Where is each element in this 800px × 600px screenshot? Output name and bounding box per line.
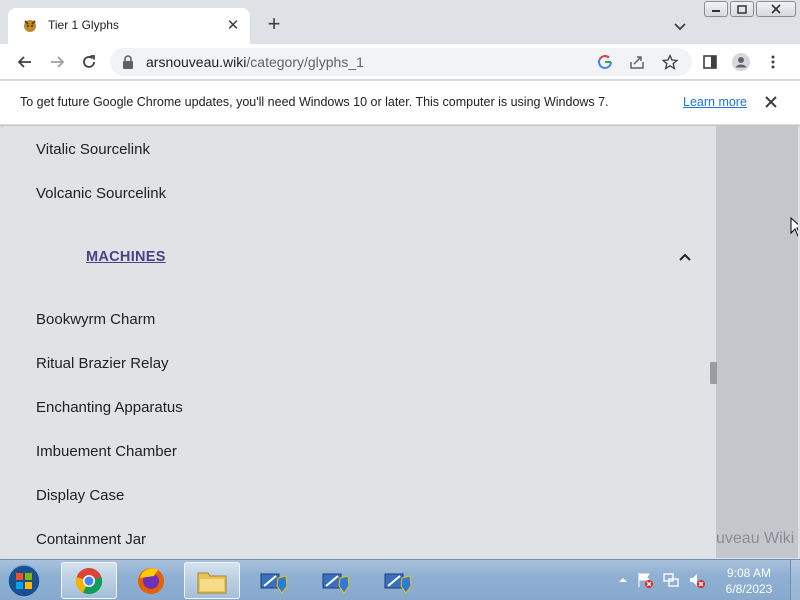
side-panel-icon [703, 55, 717, 69]
show-desktop-button[interactable] [790, 560, 800, 600]
windows-taskbar: 9:08 AM 6/8/2023 [0, 559, 800, 600]
infobar-message: To get future Google Chrome updates, you… [20, 95, 609, 109]
network-icon[interactable] [662, 571, 680, 589]
taskbar-network-app-1-button[interactable] [246, 562, 302, 599]
chrome-icon [75, 567, 103, 594]
back-button[interactable] [14, 51, 36, 73]
nav-item-volcanic-sourcelink[interactable]: Volcanic Sourcelink [36, 185, 166, 202]
tab-strip: Tier 1 Glyphs ✕ + [0, 0, 800, 44]
nav-item-imbuement-chamber[interactable]: Imbuement Chamber [36, 443, 177, 460]
action-center-flag-icon[interactable] [636, 571, 654, 589]
maximize-button[interactable] [730, 1, 754, 17]
nav-item-vitalic-sourcelink[interactable]: Vitalic Sourcelink [36, 141, 150, 158]
chevron-up-icon[interactable] [678, 250, 692, 264]
share-button[interactable] [627, 52, 647, 72]
ars-nouveau-favicon-icon [24, 20, 36, 32]
taskbar-file-explorer-button[interactable] [184, 562, 240, 599]
network-shield-icon [260, 573, 288, 594]
taskbar-clock[interactable]: 9:08 AM 6/8/2023 [715, 565, 783, 597]
tab-title: Tier 1 Glyphs [48, 18, 119, 32]
update-infobar: To get future Google Chrome updates, you… [0, 81, 800, 125]
taskbar-chrome-button[interactable] [61, 562, 117, 599]
start-button-icon[interactable] [4, 562, 44, 600]
nav-item-display-case[interactable]: Display Case [36, 487, 124, 504]
google-icon [598, 54, 612, 69]
nav-item-bookwyrm-charm[interactable]: Bookwyrm Charm [36, 311, 155, 328]
panel-scrollbar-thumb[interactable] [710, 362, 717, 384]
infobar-close-icon[interactable] [762, 93, 780, 111]
tab-search-chevron-icon[interactable] [670, 16, 690, 36]
minimize-button[interactable] [704, 1, 728, 17]
taskbar-firefox-button[interactable] [123, 562, 179, 599]
restore-icon [737, 4, 747, 14]
bookmark-button[interactable] [660, 52, 680, 72]
browser-toolbar: arsnouveau.wiki/category/glyphs_1 [0, 44, 800, 80]
firefox-icon [138, 567, 164, 594]
reload-icon [83, 55, 95, 68]
star-icon [662, 54, 678, 70]
close-window-button[interactable] [756, 1, 796, 17]
network-shield-icon [384, 573, 412, 594]
show-hidden-icons-icon[interactable] [618, 575, 628, 585]
clock-time: 9:08 AM [726, 566, 772, 580]
site-watermark: uveau Wiki [716, 530, 795, 547]
page-viewport: Vitalic Sourcelink Volcanic Sourcelink M… [4, 126, 798, 558]
lock-icon[interactable] [122, 54, 134, 70]
back-icon [17, 56, 31, 68]
system-tray [618, 568, 706, 592]
taskbar-network-app-3-button[interactable] [370, 562, 426, 599]
side-panel-button[interactable] [699, 51, 721, 73]
forward-button[interactable] [46, 51, 68, 73]
nav-item-enchanting-apparatus[interactable]: Enchanting Apparatus [36, 399, 183, 416]
mouse-cursor-icon [790, 217, 798, 237]
google-translate-button[interactable] [595, 52, 615, 72]
nav-item-containment-jar[interactable]: Containment Jar [36, 531, 146, 548]
chrome-menu-button[interactable] [762, 51, 784, 73]
network-shield-icon [322, 573, 350, 594]
close-icon [771, 4, 781, 14]
clock-date: 6/8/2023 [725, 582, 773, 596]
forward-icon [51, 56, 65, 68]
new-tab-button[interactable]: + [262, 13, 286, 37]
share-icon [630, 56, 644, 69]
window-controls [704, 1, 796, 19]
section-heading-machines[interactable]: MACHINES [86, 249, 166, 265]
url-path: /category/glyphs_1 [246, 54, 364, 70]
address-bar[interactable]: arsnouveau.wiki/category/glyphs_1 [110, 48, 692, 76]
profile-button[interactable] [730, 51, 752, 73]
minimize-icon [712, 10, 720, 12]
volume-muted-icon[interactable] [688, 571, 706, 589]
url-text[interactable]: arsnouveau.wiki/category/glyphs_1 [146, 54, 364, 70]
nav-item-ritual-brazier-relay[interactable]: Ritual Brazier Relay [36, 355, 169, 372]
tab-close-icon[interactable]: ✕ [224, 17, 242, 35]
menu-icon [771, 55, 775, 69]
folder-icon [197, 572, 227, 593]
navigation-panel: Vitalic Sourcelink Volcanic Sourcelink M… [4, 126, 716, 558]
taskbar-network-app-2-button[interactable] [308, 562, 364, 599]
learn-more-link[interactable]: Learn more [683, 95, 747, 109]
browser-tab[interactable]: Tier 1 Glyphs ✕ [8, 8, 250, 44]
reload-button[interactable] [78, 51, 100, 73]
profile-icon [732, 53, 750, 71]
url-domain: arsnouveau.wiki [146, 54, 247, 70]
